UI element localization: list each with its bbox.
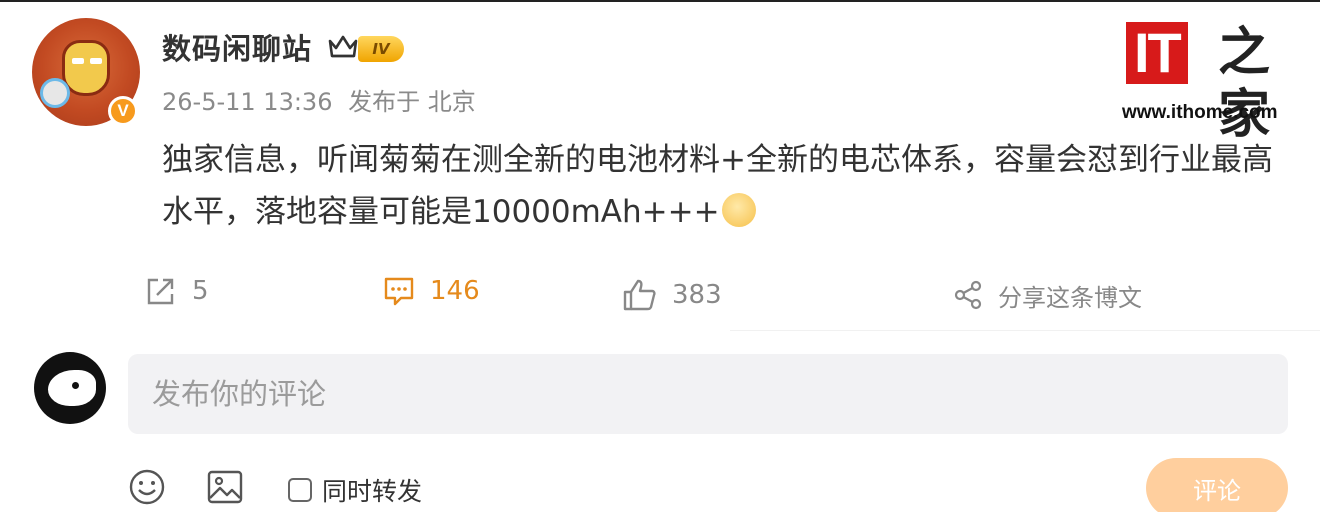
post-text-block: 独家信息，听闻菊菊在测全新的电池材料+全新的电芯体系，容量会怼到行业最高水平，落… bbox=[162, 134, 1302, 238]
thumbs-up-icon bbox=[623, 279, 656, 311]
avatar-hand bbox=[40, 78, 70, 108]
crown-icon bbox=[328, 35, 358, 58]
emoji-icon bbox=[721, 193, 756, 227]
comment-count: 146 bbox=[430, 276, 480, 306]
image-icon[interactable] bbox=[206, 468, 244, 506]
avatar-eye bbox=[90, 58, 102, 64]
post-time: 26-5-11 13:36 bbox=[162, 88, 333, 116]
composer-toolbar: 同时转发 bbox=[0, 466, 1320, 512]
comment-input[interactable] bbox=[128, 354, 1288, 434]
forward-checkbox[interactable]: 同时转发 bbox=[288, 472, 422, 508]
comment-icon bbox=[384, 277, 414, 306]
avatar-shape bbox=[48, 370, 96, 406]
repost-button[interactable]: 5 bbox=[144, 268, 209, 314]
action-bar: 5 146 383 分享这条博文 bbox=[0, 268, 1320, 318]
emoji-icon[interactable] bbox=[128, 468, 166, 506]
share-button[interactable]: 分享这条博文 bbox=[952, 272, 1142, 318]
author-name[interactable]: 数码闲聊站 bbox=[162, 26, 312, 68]
send-button[interactable]: 评论 bbox=[1146, 458, 1288, 512]
share-icon bbox=[954, 280, 982, 310]
post-text: 独家信息，听闻菊菊在测全新的电池材料+全新的电芯体系，容量会怼到行业最高水平，落… bbox=[162, 142, 1273, 230]
repost-count: 5 bbox=[192, 276, 209, 306]
divider bbox=[730, 330, 1320, 331]
verified-badge: V bbox=[108, 96, 138, 126]
watermark-url: www.ithome.com bbox=[1122, 102, 1278, 123]
forward-label: 同时转发 bbox=[322, 477, 423, 506]
repost-icon bbox=[147, 278, 174, 305]
avatar-eye bbox=[72, 58, 84, 64]
like-button[interactable]: 383 bbox=[622, 272, 722, 318]
post-location: 发布于 北京 bbox=[348, 88, 476, 116]
watermark-brand: IT bbox=[1126, 22, 1188, 84]
share-label: 分享这条博文 bbox=[998, 283, 1142, 312]
like-count: 383 bbox=[672, 280, 722, 310]
checkbox-box[interactable] bbox=[288, 478, 312, 502]
comment-button[interactable]: 146 bbox=[382, 268, 480, 314]
level-badge: IV bbox=[358, 36, 404, 62]
post-meta: 26-5-11 13:36 发布于 北京 bbox=[162, 82, 484, 117]
current-user-avatar[interactable] bbox=[34, 352, 106, 424]
comment-input-box[interactable] bbox=[128, 354, 1288, 434]
avatar-eye bbox=[72, 382, 79, 389]
ithome-watermark: IT 之家 www.ithome.com bbox=[1122, 22, 1302, 146]
watermark-brand-cn: 之家 bbox=[1218, 23, 1271, 145]
top-border bbox=[0, 0, 1320, 2]
